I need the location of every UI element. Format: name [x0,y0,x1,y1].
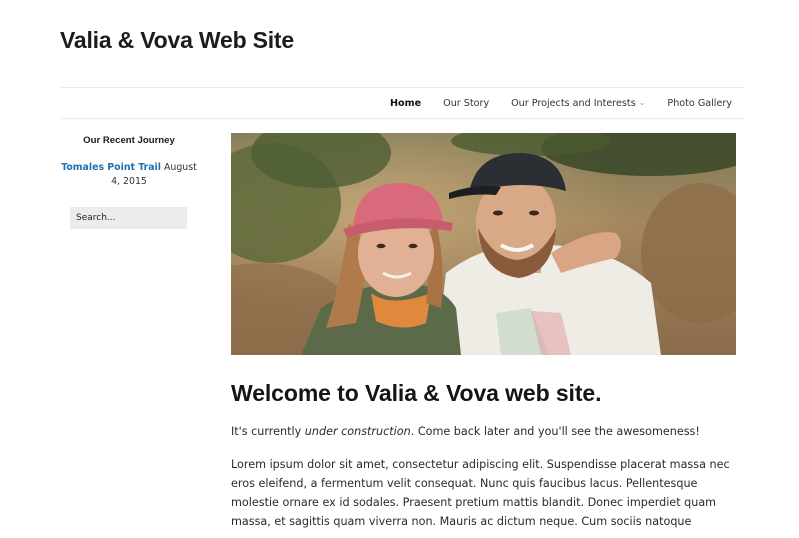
nav-menu: Home Our Story Our Projects and Interest… [368,88,732,118]
lorem-line: molestie ornare ex id sodales. Praesent … [231,496,717,509]
lorem-paragraph: Lorem ipsum dolor sit amet, consectetur … [231,455,736,531]
recent-journey-entry: Tomales Point Trail August 4, 2015 [60,161,198,189]
hero-photo [231,133,736,355]
main-content: Welcome to Valia & Vova web site. It's c… [231,380,736,531]
nav-item-our-story[interactable]: Our Story [443,98,489,109]
journey-link[interactable]: Tomales Point Trail [61,162,161,173]
sidebar: Our Recent Journey Tomales Point Trail A… [60,133,198,229]
chevron-down-icon: ⌄ [638,97,646,107]
intro-emphasis: under construction [304,425,411,438]
lorem-line: massa, et sagittis quam viverra non. Mau… [231,515,692,528]
nav-item-projects-label: Our Projects and Interests [511,97,636,109]
widget-title: Our Recent Journey [83,135,175,146]
page-title: Welcome to Valia & Vova web site. [231,380,602,406]
main-navigation: Home Our Story Our Projects and Interest… [60,87,744,119]
lorem-line: Lorem ipsum dolor sit amet, consectetur … [231,458,730,471]
lorem-line: eros eleifend, a fermentum velit consequ… [231,477,698,490]
intro-text-end: . Come back later and you'll see the awe… [410,425,700,438]
intro-text-start: It's currently [231,425,305,438]
site-title[interactable]: Valia & Vova Web Site [60,27,294,54]
nav-item-photo-gallery[interactable]: Photo Gallery [667,98,732,109]
hero-photo-illustration [231,133,736,355]
nav-item-home[interactable]: Home [390,98,421,109]
search-input[interactable] [70,207,187,229]
nav-item-projects[interactable]: Our Projects and Interests ⌄ [511,98,645,109]
intro-paragraph: It's currently under construction. Come … [231,422,736,441]
